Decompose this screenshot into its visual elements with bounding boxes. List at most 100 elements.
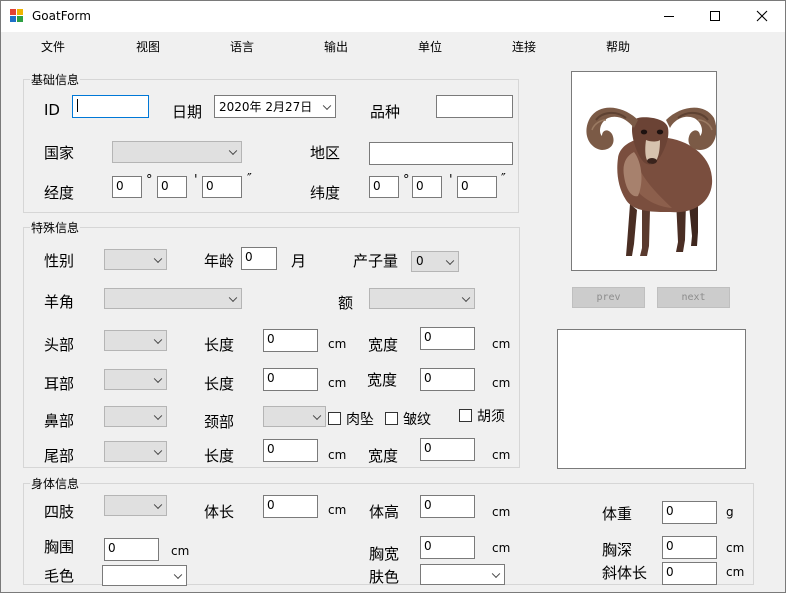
menu-unit[interactable]: 单位 xyxy=(418,38,442,55)
window-title: GoatForm xyxy=(32,9,91,23)
minimize-button[interactable] xyxy=(646,1,692,32)
chest-girth-input[interactable]: 0 xyxy=(104,538,159,561)
head-length-input[interactable]: 0 xyxy=(263,329,318,352)
app-window: GoatForm 文件 视图 语言 输出 单位 连接 帮助 基础信息 ID 日期… xyxy=(0,0,786,593)
coat-color-label: 毛色 xyxy=(44,567,75,585)
horn-dropdown[interactable] xyxy=(104,288,242,309)
head-dropdown[interactable] xyxy=(104,330,167,351)
coat-color-dropdown[interactable] xyxy=(102,565,187,586)
chevron-down-icon xyxy=(153,446,163,455)
ear-length-label: 长度 xyxy=(204,375,235,393)
litter-size-dropdown[interactable]: 0 xyxy=(411,251,459,272)
tail-width-input[interactable]: 0 xyxy=(420,438,475,461)
second-symbol: ″ xyxy=(247,172,252,187)
second-symbol: ″ xyxy=(501,172,506,187)
tail-length-label: 长度 xyxy=(204,447,235,465)
head-width-input[interactable]: 0 xyxy=(420,327,475,350)
tail-width-unit: cm xyxy=(492,448,511,462)
beard-checkbox[interactable] xyxy=(459,409,472,422)
chevron-down-icon xyxy=(173,570,183,579)
menu-language[interactable]: 语言 xyxy=(230,38,254,55)
latitude-seconds-input[interactable]: 0 xyxy=(457,176,497,198)
ear-length-unit: cm xyxy=(328,376,347,390)
wattle-label: 肉坠 xyxy=(346,412,374,428)
menu-output[interactable]: 输出 xyxy=(324,38,348,55)
prev-button[interactable]: prev xyxy=(572,287,645,308)
longitude-degrees-input[interactable]: 0 xyxy=(112,176,142,198)
neck-dropdown[interactable] xyxy=(263,406,326,427)
oblique-length-input[interactable]: 0 xyxy=(662,562,717,585)
age-input[interactable]: 0 xyxy=(241,247,277,270)
wattle-checkbox[interactable] xyxy=(328,412,341,425)
region-input[interactable] xyxy=(369,142,513,165)
weight-input[interactable]: 0 xyxy=(662,501,717,524)
limbs-dropdown[interactable] xyxy=(104,495,167,516)
ear-label: 耳部 xyxy=(44,375,75,393)
longitude-seconds-input[interactable]: 0 xyxy=(202,176,242,198)
forehead-dropdown[interactable] xyxy=(369,288,475,309)
ear-length-input[interactable]: 0 xyxy=(263,368,318,391)
chevron-down-icon xyxy=(153,411,163,420)
next-button[interactable]: next xyxy=(657,287,730,308)
chevron-down-icon xyxy=(445,256,455,265)
ear-dropdown[interactable] xyxy=(104,369,167,390)
breed-input[interactable] xyxy=(436,95,513,118)
longitude-minutes-input[interactable]: 0 xyxy=(157,176,187,198)
oblique-length-unit: cm xyxy=(726,565,745,579)
body-height-unit: cm xyxy=(492,505,511,519)
head-length-label: 长度 xyxy=(204,336,235,354)
litter-size-label: 产子量 xyxy=(353,252,399,270)
ear-width-input[interactable]: 0 xyxy=(420,368,475,391)
menu-view[interactable]: 视图 xyxy=(136,38,160,55)
age-label: 年龄 xyxy=(204,252,235,270)
app-icon xyxy=(10,9,24,23)
menu-help[interactable]: 帮助 xyxy=(606,38,630,55)
wrinkle-checkbox[interactable] xyxy=(385,412,398,425)
id-input[interactable] xyxy=(72,95,149,118)
tail-length-input[interactable]: 0 xyxy=(263,439,318,462)
chevron-down-icon xyxy=(153,374,163,383)
close-button[interactable] xyxy=(739,1,785,32)
skin-color-dropdown[interactable] xyxy=(420,564,505,585)
head-width-unit: cm xyxy=(492,337,511,351)
chest-depth-label: 胸深 xyxy=(602,541,633,559)
sex-dropdown[interactable] xyxy=(104,249,167,270)
minute-symbol: ' xyxy=(449,173,453,188)
chevron-down-icon xyxy=(228,146,238,156)
tail-dropdown[interactable] xyxy=(104,441,167,462)
country-dropdown[interactable] xyxy=(112,141,242,163)
chevron-down-icon xyxy=(153,254,163,263)
body-height-input[interactable]: 0 xyxy=(420,495,475,518)
chevron-down-icon xyxy=(228,293,238,302)
skin-color-label: 肤色 xyxy=(369,568,400,586)
notes-textarea[interactable] xyxy=(557,329,746,469)
latitude-degrees-input[interactable]: 0 xyxy=(369,176,399,198)
body-info-title: 身体信息 xyxy=(30,475,81,492)
body-height-label: 体高 xyxy=(369,503,400,521)
chevron-down-icon xyxy=(322,101,332,110)
latitude-minutes-input[interactable]: 0 xyxy=(412,176,442,198)
degree-symbol: ° xyxy=(146,173,153,188)
wrinkle-label: 皱纹 xyxy=(403,412,431,428)
nose-dropdown[interactable] xyxy=(104,406,167,427)
date-picker[interactable]: 2020年 2月27日 xyxy=(214,95,336,118)
chest-width-label: 胸宽 xyxy=(369,545,400,563)
head-length-unit: cm xyxy=(328,337,347,351)
body-length-unit: cm xyxy=(328,503,347,517)
chest-width-input[interactable]: 0 xyxy=(420,536,475,559)
chevron-down-icon xyxy=(153,335,163,344)
tail-width-label: 宽度 xyxy=(368,447,399,465)
date-label: 日期 xyxy=(172,103,203,121)
head-width-label: 宽度 xyxy=(368,336,399,354)
maximize-button[interactable] xyxy=(692,1,738,32)
country-label: 国家 xyxy=(44,144,75,162)
forehead-label: 额 xyxy=(338,294,354,312)
id-label: ID xyxy=(44,101,60,119)
age-unit: 月 xyxy=(291,252,307,270)
special-info-title: 特殊信息 xyxy=(30,219,81,236)
chest-depth-input[interactable]: 0 xyxy=(662,536,717,559)
menu-file[interactable]: 文件 xyxy=(41,38,65,55)
body-length-input[interactable]: 0 xyxy=(263,495,318,518)
menu-connect[interactable]: 连接 xyxy=(512,38,536,55)
ram-illustration xyxy=(586,107,716,256)
